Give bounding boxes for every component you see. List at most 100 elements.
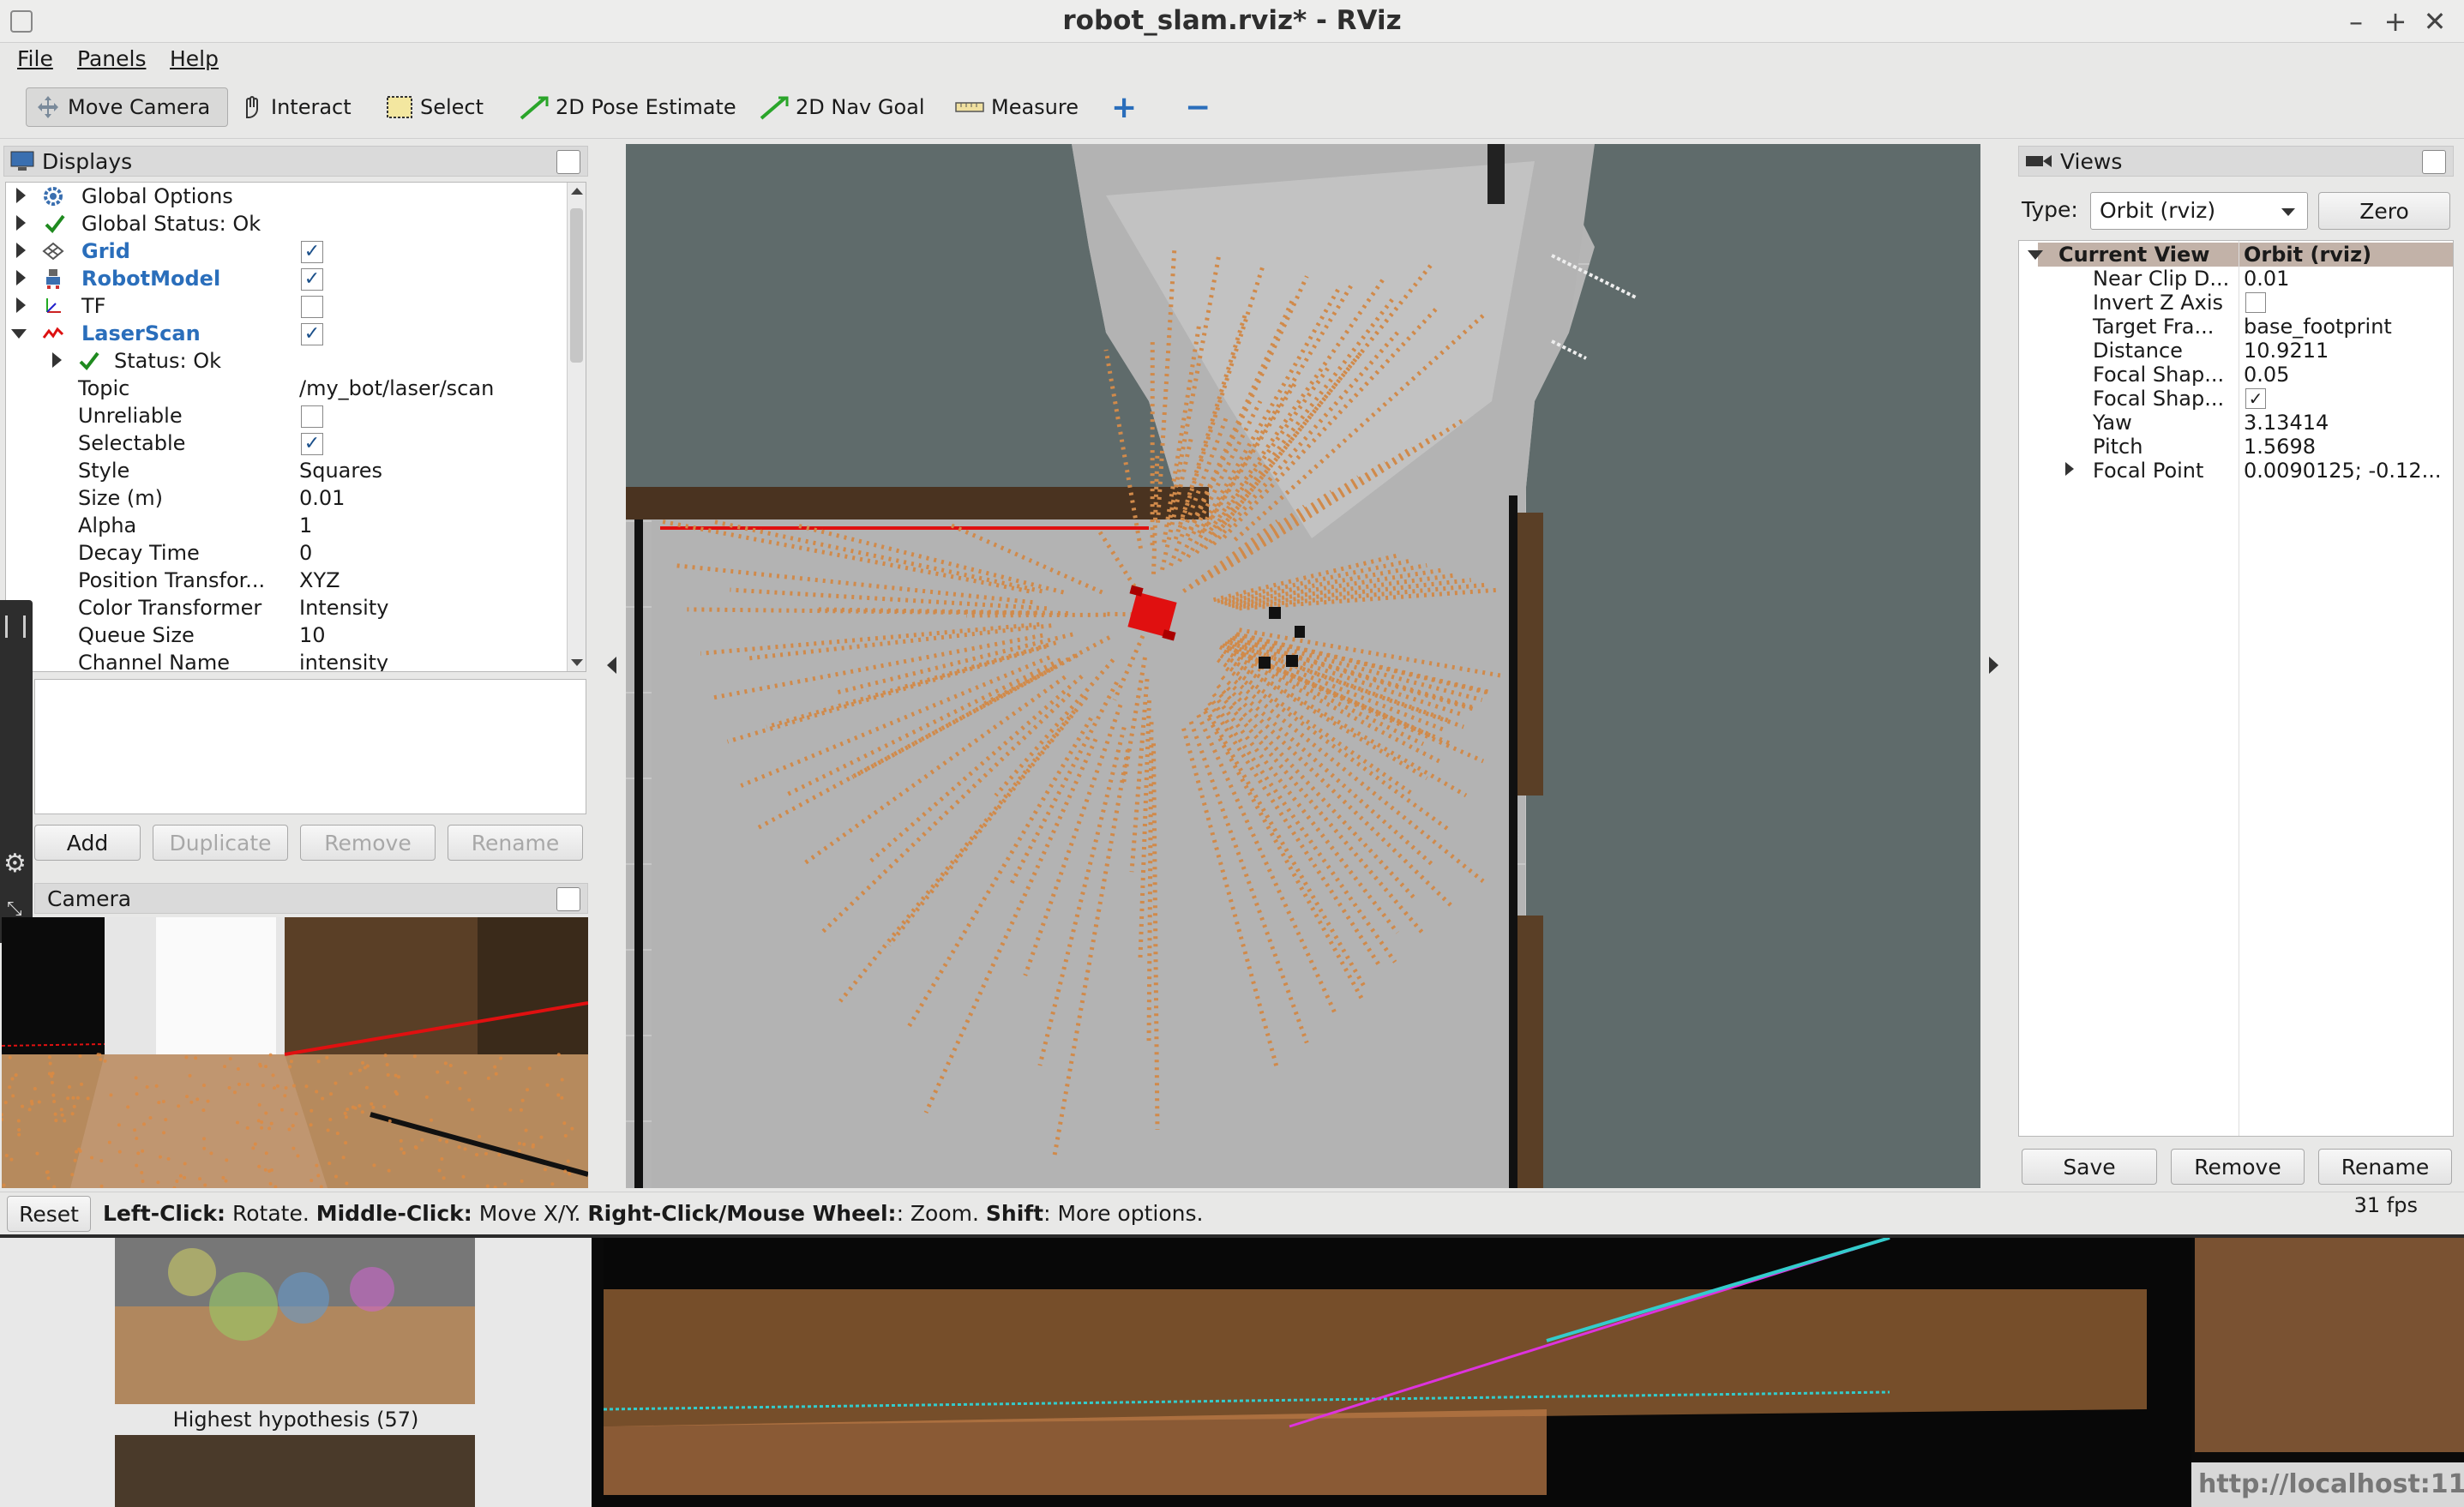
measure-tool[interactable]: Measure [947,87,1087,127]
prop-value[interactable]: 10 [299,623,326,647]
reset-button[interactable]: Reset [7,1196,91,1232]
settings-gear-icon[interactable]: ⚙ [3,849,27,879]
prop-row-alpha[interactable]: Alpha 1 [6,512,572,539]
prop-value[interactable]: base_footprint [2244,315,2392,339]
prop-value[interactable]: intensity [299,651,388,671]
prop-value[interactable]: Squares [299,459,382,483]
selectable-checkbox[interactable]: ✓ [301,433,323,455]
expand-arrow-icon[interactable] [16,215,26,231]
displays-scrollbar[interactable] [567,183,586,671]
scroll-down-icon[interactable] [571,659,583,666]
tree-row-laser-status[interactable]: Status: Ok [6,347,572,375]
check-icon [79,351,99,371]
view-prop-near-clip[interactable]: Near Clip D... 0.01 [2019,267,2453,291]
displays-float-checkbox[interactable] [556,150,580,174]
expand-arrow-icon[interactable] [2065,462,2074,476]
prop-value[interactable]: 3.13414 [2244,411,2329,435]
remove-view-button[interactable]: Remove [2171,1149,2305,1185]
prop-value[interactable]: 0.05 [2244,363,2289,387]
prop-row-channel-name[interactable]: Channel Name intensity [6,649,572,671]
view-prop-distance[interactable]: Distance 10.9211 [2019,339,2453,363]
remove-display-button[interactable]: Remove [300,825,436,861]
add-display-button[interactable]: Add [34,825,141,861]
menu-panels[interactable]: Panels [77,46,146,71]
minimize-button[interactable]: – [2339,5,2373,38]
scroll-up-icon[interactable] [571,188,583,195]
collapse-arrow-icon[interactable] [11,329,27,339]
prop-value[interactable]: /my_bot/laser/scan [299,376,494,400]
invert-z-checkbox[interactable] [2245,292,2266,313]
select-tool[interactable]: Select [377,87,492,127]
tree-row-tf[interactable]: TF [6,292,572,320]
prop-row-unreliable[interactable]: Unreliable [6,402,572,429]
duplicate-display-button[interactable]: Duplicate [153,825,288,861]
views-float-checkbox[interactable] [2422,150,2446,174]
view-prop-yaw[interactable]: Yaw 3.13414 [2019,411,2453,435]
view-prop-focal-shape-size[interactable]: Focal Shap... 0.05 [2019,363,2453,387]
scrollbar-thumb[interactable] [570,208,583,363]
expand-arrow-icon[interactable] [16,270,26,285]
view-prop-invert-z[interactable]: Invert Z Axis [2019,291,2453,315]
camera-image-view[interactable] [2,917,588,1188]
tf-enabled-checkbox[interactable] [301,296,323,318]
prop-row-position-transformer[interactable]: Position Transfor... XYZ [6,567,572,594]
move-camera-tool[interactable]: Move Camera [26,87,228,127]
tree-row-robotmodel[interactable]: RobotModel ✓ [6,265,572,292]
collapse-arrow-icon[interactable] [2028,250,2043,260]
menu-help[interactable]: Help [170,46,219,71]
nav-goal-tool[interactable]: 2D Nav Goal [751,87,934,127]
collapse-right-icon[interactable] [1989,657,1998,674]
prop-value[interactable]: XYZ [299,568,340,592]
laserscan-enabled-checkbox[interactable]: ✓ [301,323,323,345]
prop-row-queue-size[interactable]: Queue Size 10 [6,621,572,649]
prop-row-topic[interactable]: Topic /my_bot/laser/scan [6,375,572,402]
camera-float-checkbox[interactable] [556,887,580,911]
view-prop-focal-point[interactable]: Focal Point 0.0090125; -0.12... [2019,459,2453,483]
expand-arrow-icon[interactable] [16,297,26,313]
focal-shape-checkbox[interactable]: ✓ [2245,388,2266,409]
prop-row-style[interactable]: Style Squares [6,457,572,484]
prop-value[interactable]: 0.01 [299,486,345,510]
menu-file[interactable]: File [17,46,53,71]
expand-arrow-icon[interactable] [52,352,62,368]
grid-enabled-checkbox[interactable]: ✓ [301,241,323,263]
rename-view-button[interactable]: Rename [2318,1149,2452,1185]
expand-arrow-icon[interactable] [16,243,26,258]
prop-row-size[interactable]: Size (m) 0.01 [6,484,572,512]
3d-render-viewport[interactable] [626,144,1980,1188]
robotmodel-enabled-checkbox[interactable]: ✓ [301,268,323,291]
tree-row-global-status[interactable]: Global Status: Ok [6,210,572,237]
rviz-window: robot_slam.rviz* - RViz – + ✕ File Panel… [0,0,2464,1234]
prop-value[interactable]: Intensity [299,596,388,620]
unreliable-checkbox[interactable] [301,405,323,428]
tree-row-laserscan[interactable]: LaserScan ✓ [6,320,572,347]
zero-view-button[interactable]: Zero [2318,192,2450,230]
maximize-button[interactable]: + [2378,5,2413,38]
current-view-row[interactable]: Current View Orbit (rviz) [2019,243,2453,267]
interact-tool[interactable]: Interact [230,87,360,127]
prop-value[interactable]: 0.0090125; -0.12... [2244,459,2441,483]
prop-row-decay-time[interactable]: Decay Time 0 [6,539,572,567]
pose-estimate-tool[interactable]: 2D Pose Estimate [511,87,745,127]
prop-row-color-transformer[interactable]: Color Transformer Intensity [6,594,572,621]
view-type-select[interactable]: Orbit (rviz) [2090,192,2308,230]
save-view-button[interactable]: Save [2022,1149,2157,1185]
pause-icon[interactable] [5,615,26,638]
prop-value[interactable]: 1 [299,513,312,537]
tree-row-grid[interactable]: Grid ✓ [6,237,572,265]
prop-value[interactable]: 0 [299,541,312,565]
view-prop-pitch[interactable]: Pitch 1.5698 [2019,435,2453,459]
tree-row-global-options[interactable]: Global Options [6,183,572,210]
rename-display-button[interactable]: Rename [448,825,583,861]
close-button[interactable]: ✕ [2418,5,2452,38]
view-prop-focal-shape-fixed[interactable]: Focal Shap... ✓ [2019,387,2453,411]
prop-value[interactable]: 10.9211 [2244,339,2329,363]
expand-arrow-icon[interactable] [16,188,26,203]
prop-row-selectable[interactable]: Selectable ✓ [6,429,572,457]
prop-value[interactable]: 1.5698 [2244,435,2316,459]
remove-tool-button[interactable]: − [1176,87,1219,127]
collapse-left-icon[interactable] [607,657,616,674]
prop-value[interactable]: 0.01 [2244,267,2289,291]
view-prop-target-frame[interactable]: Target Fra... base_footprint [2019,315,2453,339]
add-tool-button[interactable]: + [1103,87,1145,127]
